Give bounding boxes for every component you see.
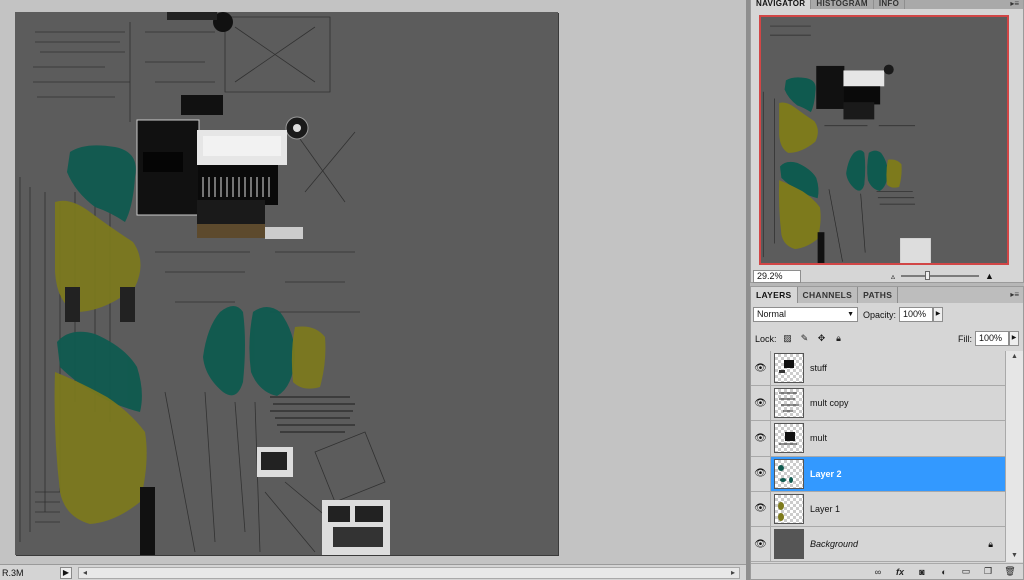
- panel-menu-icon[interactable]: ▸≡: [1010, 0, 1019, 9]
- scroll-right-icon[interactable]: ▸: [727, 568, 739, 578]
- document-canvas-area[interactable]: [0, 0, 746, 564]
- eye-icon[interactable]: 👁︎: [751, 351, 771, 386]
- layer-row-mult[interactable]: 👁︎ mult: [751, 421, 1005, 457]
- layer-thumbnail-art: [779, 360, 794, 374]
- fill-field[interactable]: 100%: [975, 331, 1009, 346]
- layer-name: Layer 2: [810, 468, 842, 479]
- padlock-icon: 🔒︎: [988, 538, 993, 549]
- link-icon[interactable]: ∞: [871, 567, 885, 577]
- layer-thumbnail-art: [778, 501, 784, 521]
- adjustment-icon[interactable]: ◐: [937, 567, 951, 577]
- navigator-tabs: NAVIGATOR HISTOGRAM INFO ▸≡: [751, 0, 1023, 9]
- layer-thumbnail: [774, 529, 804, 560]
- navigator-preview[interactable]: [759, 15, 1009, 265]
- texture-artwork: [15, 12, 558, 555]
- tab-histogram[interactable]: HISTOGRAM: [811, 0, 874, 9]
- layer-thumbnail: [774, 493, 804, 524]
- layer-thumbnail: [774, 423, 804, 454]
- mask-icon[interactable]: ◙: [915, 567, 929, 577]
- scroll-left-icon[interactable]: ◂: [79, 568, 91, 578]
- layer-thumbnail: [774, 353, 804, 384]
- blend-row: Normal ▼ Opacity: 100% ▶: [753, 307, 944, 322]
- lock-row: Lock: ▨ ✎ ✥ 🔒︎ Fill: 100% ▶: [755, 331, 1019, 346]
- layers-panel: LAYERS CHANNELS PATHS ▸≡ Normal ▼ Opacit…: [750, 286, 1024, 580]
- tab-channels[interactable]: CHANNELS: [798, 287, 859, 303]
- layers-footer-toolbar: ∞ fx ◙ ◐ ▭ ❐ 🗑︎: [751, 563, 1023, 579]
- eye-icon[interactable]: 👁︎: [751, 491, 771, 526]
- eye-icon[interactable]: 👁︎: [751, 386, 771, 421]
- tab-navigator[interactable]: NAVIGATOR: [751, 0, 812, 9]
- layer-thumbnail: [774, 388, 804, 419]
- layer-thumbnail: [774, 458, 804, 489]
- eye-icon[interactable]: 👁︎: [751, 526, 771, 562]
- tab-layers[interactable]: LAYERS: [751, 287, 798, 303]
- navigator-zoom-bar: 29.2% ▵ ▲: [751, 269, 1023, 283]
- document-canvas[interactable]: [15, 12, 558, 555]
- opacity-label: Opacity:: [863, 309, 897, 320]
- navigator-panel: NAVIGATOR HISTOGRAM INFO ▸≡ 29.2% ▵ ▲: [750, 0, 1024, 283]
- opacity-stepper-icon[interactable]: ▶: [933, 307, 944, 322]
- layers-vertical-scrollbar[interactable]: ▲ ▼: [1005, 351, 1023, 562]
- eye-icon[interactable]: 👁︎: [751, 421, 771, 456]
- fill-label: Fill:: [958, 333, 972, 344]
- lock-transparent-icon[interactable]: ▨: [782, 333, 794, 345]
- tab-info[interactable]: INFO: [874, 0, 906, 9]
- layer-row-stuff[interactable]: 👁︎ stuff: [751, 351, 1005, 387]
- horizontal-scrollbar[interactable]: ◂ ▸: [78, 566, 740, 579]
- zoom-slider[interactable]: [901, 271, 980, 280]
- layer-thumbnail-art: [779, 432, 797, 445]
- fx-icon[interactable]: fx: [893, 567, 907, 577]
- zoom-percentage-field[interactable]: 29.2%: [753, 269, 801, 283]
- tab-paths[interactable]: PATHS: [858, 287, 899, 303]
- chevron-down-icon: ▼: [847, 311, 854, 318]
- folder-icon[interactable]: ▭: [959, 566, 973, 577]
- status-menu-arrow-icon[interactable]: ▶: [60, 566, 72, 579]
- layer-thumbnail-art: [779, 392, 799, 412]
- scroll-up-icon[interactable]: ▲: [1006, 351, 1023, 363]
- zoom-out-icon[interactable]: ▵: [891, 272, 895, 281]
- lock-label: Lock:: [755, 333, 777, 344]
- new-layer-icon[interactable]: ❐: [981, 566, 995, 577]
- layer-thumbnail-art: [778, 464, 793, 483]
- panel-menu-icon[interactable]: ▸≡: [1010, 287, 1019, 303]
- lock-position-icon[interactable]: ✥: [816, 333, 828, 345]
- lock-all-icon[interactable]: 🔒︎: [833, 333, 845, 345]
- eye-icon[interactable]: 👁︎: [751, 456, 771, 491]
- fill-control: Fill: 100% ▶: [953, 331, 1019, 346]
- status-bar: R.3M ▶ ◂ ▸: [0, 564, 746, 580]
- lock-image-icon[interactable]: ✎: [799, 333, 811, 345]
- layer-name: Layer 1: [810, 503, 841, 514]
- layer-name: mult copy: [810, 398, 849, 409]
- fill-stepper-icon[interactable]: ▶: [1009, 331, 1019, 346]
- navigator-thumbnail: [761, 17, 1007, 263]
- scroll-down-icon[interactable]: ▼: [1006, 550, 1023, 562]
- layer-row-layer-2[interactable]: 👁︎ Layer 2: [751, 456, 1005, 492]
- layer-row-layer-1[interactable]: 👁︎ Layer 1: [751, 491, 1005, 527]
- layer-name: stuff: [810, 363, 827, 374]
- layer-row-background[interactable]: 👁︎ Background 🔒︎: [751, 526, 1005, 563]
- layer-name: Background: [810, 539, 859, 550]
- opacity-field[interactable]: 100%: [899, 307, 934, 322]
- blend-mode-select[interactable]: Normal ▼: [753, 307, 858, 322]
- layer-name: mult: [810, 433, 828, 444]
- document-size: R.3M: [2, 567, 24, 578]
- zoom-in-icon[interactable]: ▲: [985, 271, 994, 281]
- zoom-slider-handle[interactable]: [925, 271, 931, 280]
- layer-row-mult-copy[interactable]: 👁︎ mult copy: [751, 386, 1005, 422]
- layer-list: 👁︎ stuff 👁︎ mult copy 👁︎ mult 👁︎ Layer 2…: [751, 351, 1005, 563]
- blend-mode-value: Normal: [757, 309, 787, 319]
- layers-tabs: LAYERS CHANNELS PATHS ▸≡: [751, 287, 1023, 303]
- trash-icon[interactable]: 🗑︎: [1003, 566, 1017, 577]
